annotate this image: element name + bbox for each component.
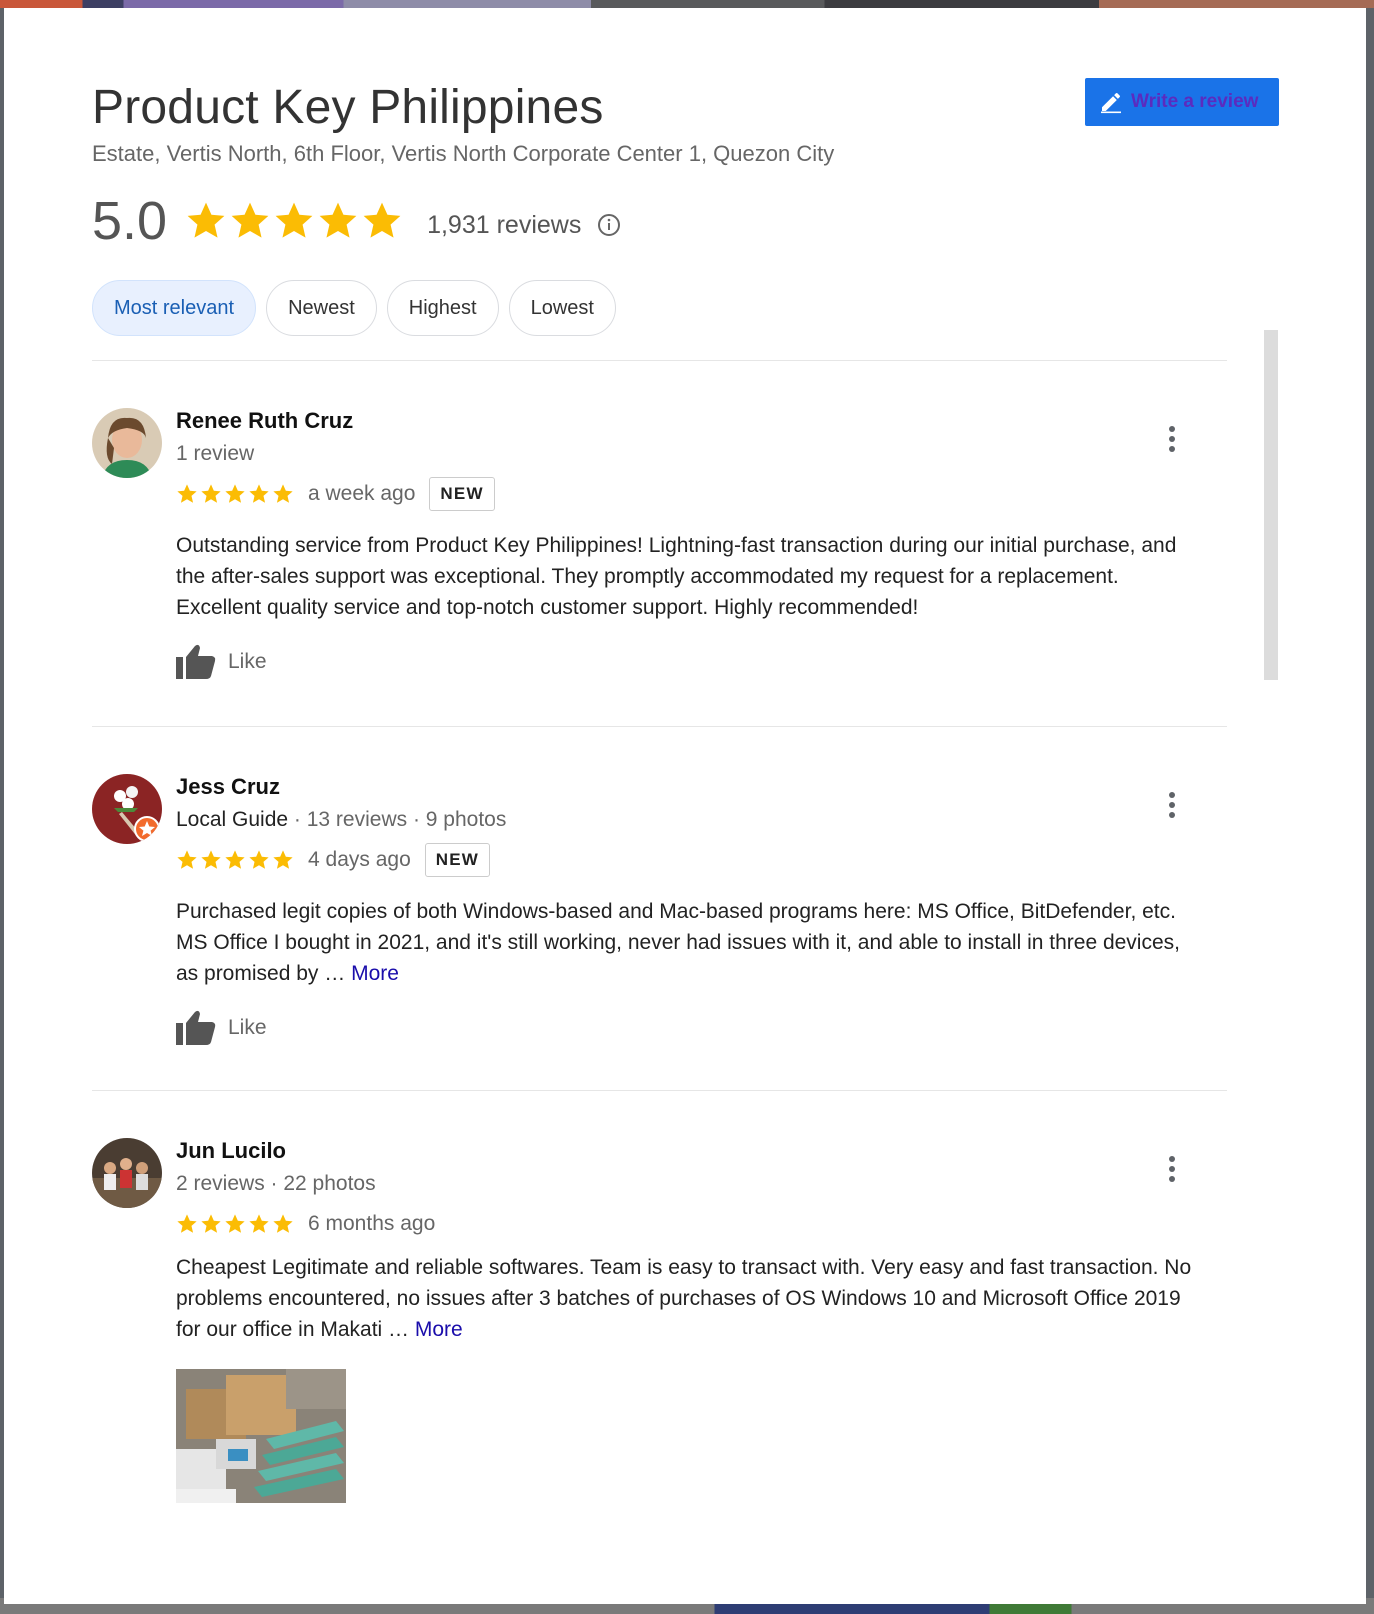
review-count: 1,931 reviews [427,210,582,239]
review-stars [176,483,294,505]
review-text-body: Cheapest Legitimate and reliable softwar… [176,1256,1192,1341]
review-text-body: Purchased legit copies of both Windows-b… [176,900,1180,985]
avatar[interactable] [92,408,162,478]
rating-stars [185,200,403,242]
reviewer-name[interactable]: Jess Cruz [176,774,1216,800]
more-options-icon[interactable] [1167,1154,1177,1184]
pencil-icon [1101,92,1121,114]
star-icon [201,850,221,869]
star-icon [201,1214,221,1233]
avatar-image [92,774,162,844]
star-icon [177,1214,197,1233]
new-badge: NEW [424,843,491,877]
star-icon [187,202,225,238]
reviewer-meta-text: 2 reviews · 22 photos [176,1172,376,1195]
reviewer-name[interactable]: Renee Ruth Cruz [176,408,1216,434]
avatar[interactable] [92,774,162,844]
like-button[interactable]: Like [176,643,286,681]
review-photo[interactable] [176,1369,346,1503]
rating-summary: 5.0 1,931 reviews [92,190,621,252]
divider [92,726,1227,727]
more-options-icon[interactable] [1167,790,1177,820]
new-badge: NEW [429,477,495,511]
star-icon [249,850,269,869]
reviewer-name[interactable]: Jun Lucilo [176,1138,1216,1164]
divider [92,1090,1227,1091]
review-time: 4 days ago [308,848,411,871]
write-review-label: Write a review [1131,91,1259,112]
star-icon [273,484,293,503]
thumbs-up-icon [176,1010,216,1045]
background-top-strip [0,0,1374,8]
review-stars [176,1213,294,1235]
avatar-image [92,1138,162,1208]
info-icon[interactable] [597,213,621,237]
thumbs-up-icon [176,644,216,679]
sort-chips: Most relevant Newest Highest Lowest [92,280,616,336]
star-icon [249,1214,269,1233]
review-text: Outstanding service from Product Key Phi… [176,530,1206,623]
like-label: Like [228,1016,267,1039]
star-icon [201,484,221,503]
more-link[interactable]: More [415,1318,463,1341]
review-time: 6 months ago [308,1212,436,1235]
write-review-button[interactable]: Write a review [1085,78,1279,126]
sort-chip-newest[interactable]: Newest [266,280,377,336]
star-icon [225,484,245,503]
review-stars [176,849,294,871]
like-label: Like [228,650,267,673]
star-icon [225,850,245,869]
more-link[interactable]: More [351,962,399,985]
reviewer-meta-text: · 13 reviews · 9 photos [288,808,507,831]
star-icon [319,202,357,238]
scrollbar[interactable] [1264,330,1278,680]
reviewer-meta-text: 1 review [176,442,255,465]
star-icon [275,202,313,238]
star-icon [177,484,197,503]
avatar-image [92,408,162,478]
star-icon [273,850,293,869]
star-icon [225,1214,245,1233]
star-icon [177,850,197,869]
sort-chip-most-relevant[interactable]: Most relevant [92,280,257,336]
reviews-dialog: Product Key Philippines Estate, Vertis N… [4,8,1366,1604]
star-icon [231,202,269,238]
review-text-body: Outstanding service from Product Key Phi… [176,534,1177,619]
star-icon [249,484,269,503]
review-text: Purchased legit copies of both Windows-b… [176,896,1206,989]
reviewer-meta: Local Guide · 13 reviews · 9 photos [176,808,1216,832]
avatar[interactable] [92,1138,162,1208]
review-time: a week ago [308,482,416,505]
local-guide-label: Local Guide [176,808,289,831]
star-icon [273,1214,293,1233]
like-button[interactable]: Like [176,1009,286,1047]
divider [92,360,1227,361]
sort-chip-highest[interactable]: Highest [386,280,499,336]
reviewer-meta: 1 review [176,442,1216,466]
business-address: Estate, Vertis North, 6th Floor, Vertis … [92,141,835,166]
review-text: Cheapest Legitimate and reliable softwar… [176,1252,1206,1345]
sort-chip-lowest[interactable]: Lowest [508,280,616,336]
star-icon [363,202,401,238]
rating-score: 5.0 [92,191,168,251]
reviewer-meta: 2 reviews · 22 photos [176,1172,1216,1196]
more-options-icon[interactable] [1167,424,1177,454]
